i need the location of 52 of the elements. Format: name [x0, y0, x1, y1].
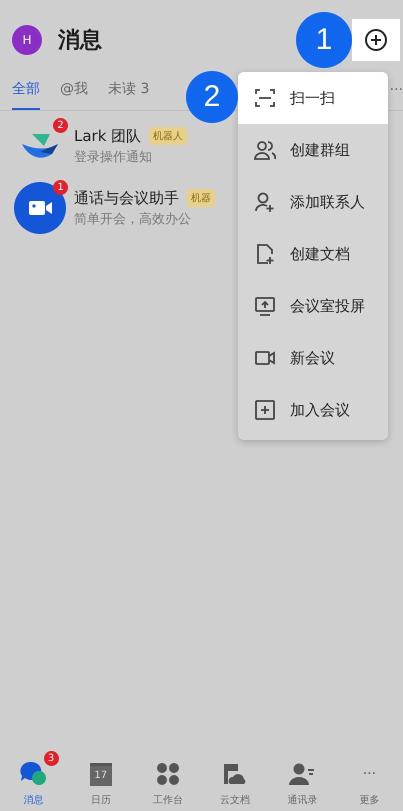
nav-tab[interactable]: 通讯录	[268, 745, 336, 807]
people-icon	[254, 139, 276, 161]
menu-item[interactable]: 创建文档	[238, 228, 388, 280]
step-marker: 1	[296, 12, 352, 68]
more-icon: ···	[362, 766, 376, 782]
chat-item[interactable]: 1 通话与会议助手 机器 简单开会，高效办公	[0, 177, 238, 239]
unread-badge: 2	[53, 118, 68, 133]
nav-label: 更多	[359, 794, 380, 807]
nav-tab[interactable]: 工作台	[134, 745, 202, 807]
chat-name: 通话与会议助手	[74, 188, 179, 208]
more-tabs-button[interactable]: ···	[390, 82, 403, 110]
nav-tab[interactable]: 17 日历	[67, 745, 134, 807]
video-camera-icon	[14, 182, 66, 234]
unread-badge: 3	[44, 751, 59, 766]
monitor-upload-icon	[254, 295, 276, 317]
add-person-icon	[254, 191, 276, 213]
calendar-icon: 17	[90, 762, 112, 786]
filter-tab[interactable]: @我	[60, 80, 88, 110]
menu-item[interactable]: 扫一扫	[238, 72, 388, 124]
grid-icon	[156, 762, 180, 786]
filter-tab[interactable]: 未读 3	[108, 80, 150, 110]
menu-item[interactable]: 新会议	[238, 332, 388, 384]
user-avatar[interactable]: H	[12, 25, 42, 55]
menu-item[interactable]: 加入会议	[238, 384, 388, 436]
chat-name: Lark 团队	[74, 126, 142, 146]
nav-label: 通讯录	[287, 794, 318, 807]
menu-item[interactable]: 会议室投屏	[238, 280, 388, 332]
plus-circle-icon	[364, 28, 388, 52]
person-icon	[289, 762, 316, 786]
chat-bubbles-icon	[18, 760, 49, 788]
unread-badge: 1	[53, 180, 68, 195]
nav-label: 消息	[24, 794, 44, 807]
nav-label: 云文档	[220, 794, 250, 807]
plus-square-icon	[254, 399, 276, 421]
add-button[interactable]	[352, 19, 400, 61]
bot-tag: 机器人	[149, 127, 188, 145]
message-preview: 登录操作通知	[74, 148, 153, 166]
step-marker: 2	[186, 71, 238, 123]
scan-frame-icon	[254, 87, 276, 109]
bot-tag: 机器	[187, 189, 215, 207]
message-preview: 简单开会，高效办公	[74, 210, 192, 228]
nav-tab[interactable]: ··· 更多	[336, 745, 403, 807]
menu-item[interactable]: 添加联系人	[238, 176, 388, 228]
nav-label: 工作台	[152, 794, 183, 807]
menu-item[interactable]: 创建群组	[238, 124, 388, 176]
nav-tab[interactable]: 3 消息	[0, 745, 68, 807]
add-document-icon	[254, 243, 276, 265]
page-title: 消息	[58, 27, 102, 55]
nav-tab[interactable]: 云文档	[202, 745, 269, 807]
cloud-document-icon	[222, 762, 248, 786]
nav-label: 日历	[90, 794, 111, 807]
filter-tab[interactable]: 全部	[12, 80, 40, 110]
